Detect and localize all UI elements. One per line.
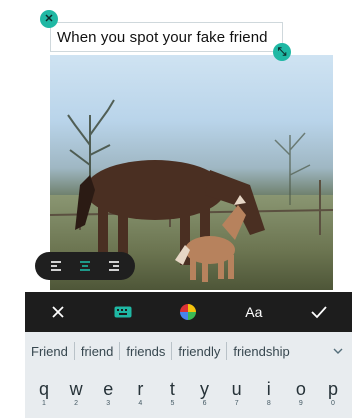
- align-left-icon[interactable]: [46, 258, 66, 274]
- caption-text-box[interactable]: When you spot your fake friend: [50, 22, 283, 52]
- color-palette-icon[interactable]: [170, 294, 206, 330]
- text-alignment-toolbar: [35, 252, 135, 280]
- key-t[interactable]: t5: [157, 370, 187, 416]
- key-y[interactable]: y6: [190, 370, 220, 416]
- key-char: o: [295, 378, 306, 399]
- key-number: 2: [74, 399, 79, 407]
- suggestion-item[interactable]: Friend: [25, 342, 75, 360]
- key-q[interactable]: q1: [29, 370, 59, 416]
- font-style-button[interactable]: Aa: [236, 294, 272, 330]
- check-icon[interactable]: [301, 294, 337, 330]
- key-number: 9: [298, 399, 303, 407]
- key-char: y: [200, 378, 210, 399]
- text-edit-toolbar: Aa: [25, 292, 352, 332]
- key-r[interactable]: r4: [125, 370, 155, 416]
- key-o[interactable]: o9: [286, 370, 316, 416]
- key-char: e: [103, 378, 114, 399]
- key-w[interactable]: w2: [61, 370, 91, 416]
- suggestion-item[interactable]: friendship: [227, 342, 295, 360]
- key-number: 7: [234, 399, 239, 407]
- key-char: r: [137, 378, 144, 399]
- suggestion-strip: Friend friend friends friendly friendshi…: [25, 332, 352, 370]
- key-i[interactable]: i8: [254, 370, 284, 416]
- suggestion-item[interactable]: friendly: [172, 342, 228, 360]
- bare-tree-right: [274, 132, 311, 205]
- keyboard-icon[interactable]: [105, 294, 141, 330]
- align-right-icon[interactable]: [104, 258, 124, 274]
- keyboard-row: q1 w2 e3 r4 t5 y6 u7 i8 o9 p0: [25, 370, 352, 418]
- align-center-icon[interactable]: [75, 258, 95, 274]
- key-char: i: [266, 378, 271, 399]
- key-char: w: [69, 378, 83, 399]
- key-u[interactable]: u7: [222, 370, 252, 416]
- suggestion-item[interactable]: friend: [75, 342, 121, 360]
- key-number: 4: [138, 399, 143, 407]
- close-icon[interactable]: [40, 294, 76, 330]
- suggestion-item[interactable]: friends: [120, 342, 173, 360]
- key-number: 0: [331, 399, 335, 407]
- caption-text[interactable]: When you spot your fake friend: [57, 29, 268, 46]
- key-char: u: [231, 378, 242, 399]
- key-char: q: [38, 378, 49, 399]
- caption-resize-handle-icon[interactable]: ⤡: [273, 43, 291, 61]
- chevron-down-icon[interactable]: [324, 348, 352, 354]
- key-p[interactable]: p0: [318, 370, 348, 416]
- key-number: 1: [42, 399, 46, 407]
- key-char: t: [169, 378, 175, 399]
- key-number: 6: [202, 399, 207, 407]
- caption-delete-handle-icon[interactable]: ✕: [40, 10, 58, 28]
- key-e[interactable]: e3: [93, 370, 123, 416]
- key-number: 5: [170, 399, 175, 407]
- key-char: p: [327, 378, 338, 399]
- key-number: 8: [266, 399, 271, 407]
- meme-editor-screen: When you spot your fake friend ✕ ⤡ Aa Fr…: [0, 0, 352, 418]
- key-number: 3: [106, 399, 111, 407]
